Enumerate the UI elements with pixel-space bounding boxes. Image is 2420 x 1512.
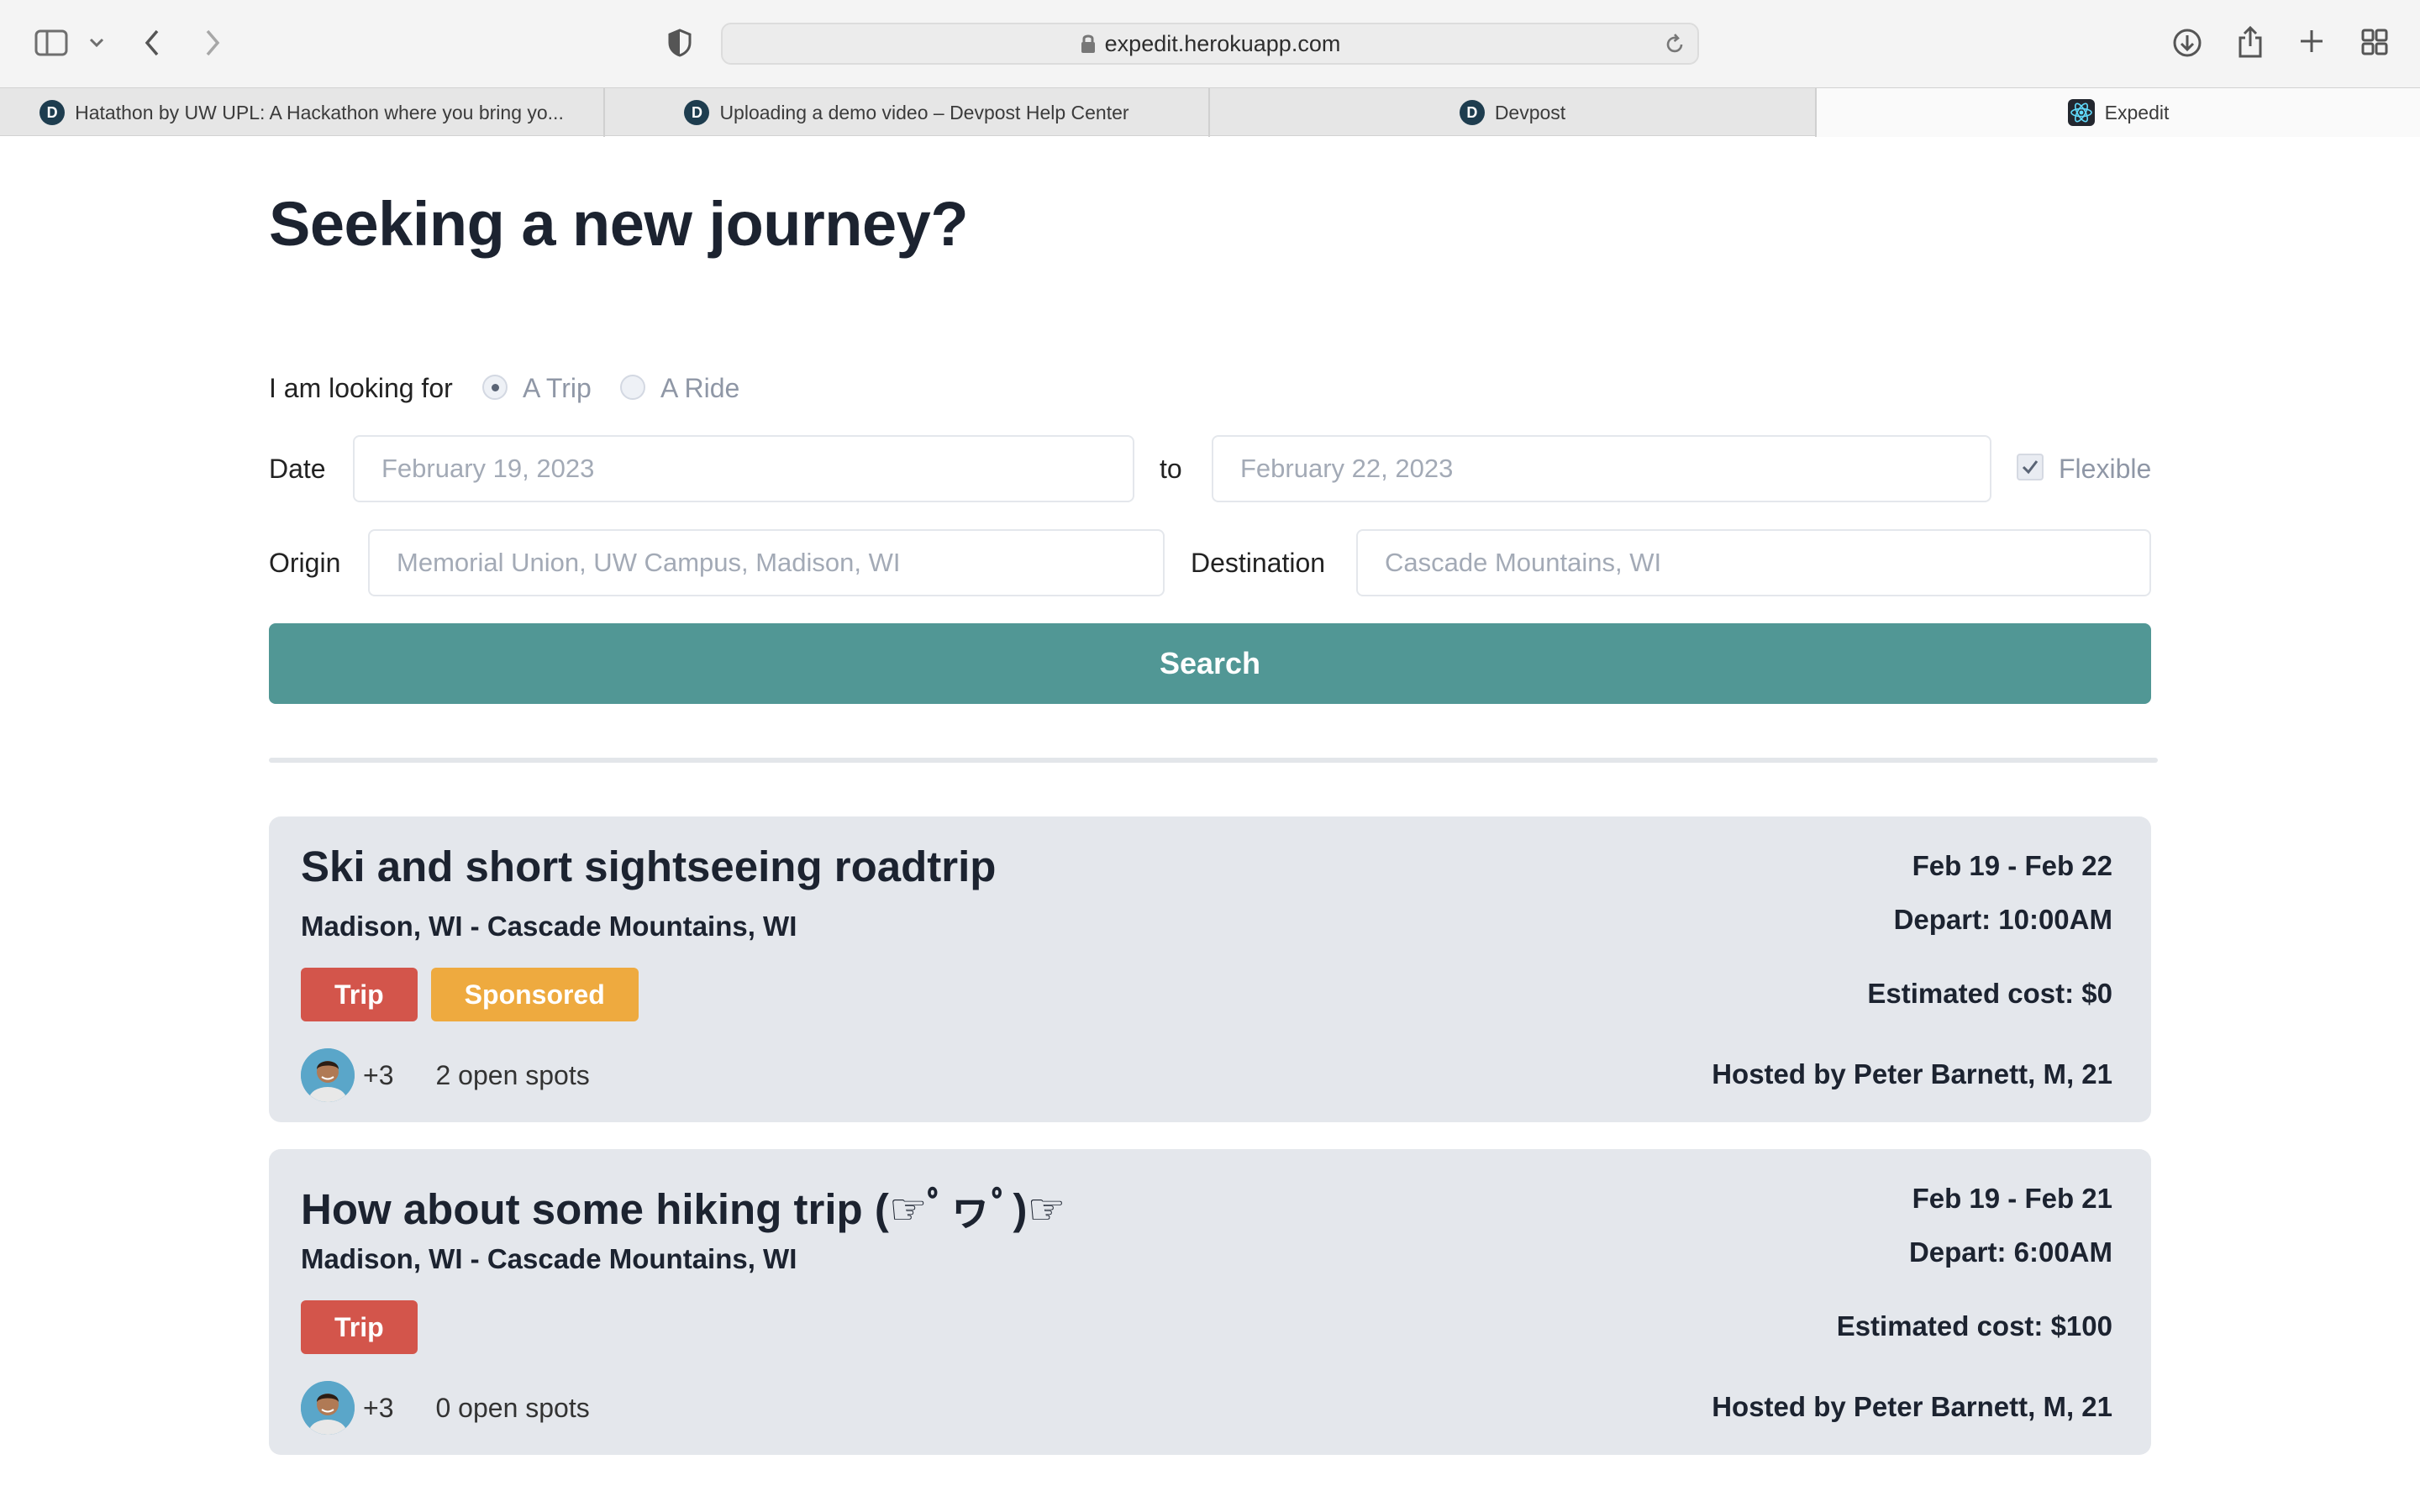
download-icon[interactable] [2171, 27, 2203, 59]
trip-badges: Trip Sponsored [301, 968, 639, 1021]
sidebar-toggle-icon[interactable] [34, 29, 69, 57]
trip-cost: Estimated cost: $100 [1836, 1310, 2112, 1341]
tab-expedit[interactable]: Expedit [1817, 88, 2420, 137]
ride-radio-label[interactable]: A Ride [660, 373, 739, 404]
extra-members-count: +3 [363, 1392, 394, 1423]
avatar [301, 1048, 355, 1102]
avatar [301, 1381, 355, 1435]
extra-members-count: +3 [363, 1059, 394, 1090]
tab-overview-icon[interactable] [2360, 27, 2390, 57]
tab-label: Uploading a demo video – Devpost Help Ce… [719, 101, 1129, 123]
devpost-icon: D [39, 100, 66, 125]
date-from-field[interactable]: February 19, 2023 [353, 435, 1134, 502]
trip-host: Hosted by Peter Barnett, M, 21 [1712, 1391, 2112, 1422]
tab-label: Devpost [1494, 101, 1566, 123]
looking-for-label: I am looking for [269, 373, 453, 403]
lock-icon [1081, 34, 1095, 53]
new-tab-icon[interactable] [2297, 27, 2326, 55]
trip-badges: Trip [301, 1300, 418, 1354]
share-icon[interactable] [2235, 24, 2265, 60]
trip-card[interactable]: Ski and short sightseeing roadtrip Madis… [269, 816, 2151, 1122]
trip-card[interactable]: How about some hiking trip (☞ﾟヮﾟ)☞ Madis… [269, 1149, 2151, 1455]
devpost-icon: D [1459, 100, 1485, 125]
to-label: to [1160, 454, 1182, 484]
tab-devpost[interactable]: D Devpost [1210, 88, 1817, 137]
browser-toolbar: expedit.herokuapp.com [0, 0, 2420, 87]
tab-label: Expedit [2104, 101, 2170, 123]
url-text: expedit.herokuapp.com [1104, 30, 1341, 56]
trip-dates: Feb 19 - Feb 21 [1912, 1183, 2112, 1214]
open-spots: 0 open spots [435, 1392, 590, 1423]
date-to-field[interactable]: February 22, 2023 [1212, 435, 1991, 502]
sponsored-badge: Sponsored [430, 968, 639, 1021]
back-icon[interactable] [139, 25, 165, 60]
origin-field[interactable]: Memorial Union, UW Campus, Madison, WI [368, 529, 1165, 596]
trip-host: Hosted by Peter Barnett, M, 21 [1712, 1058, 2112, 1089]
tab-label: Hatathon by UW UPL: A Hackathon where yo… [75, 101, 564, 123]
checkmark-icon [2022, 460, 2039, 475]
date-label: Date [269, 454, 326, 484]
trip-route: Madison, WI - Cascade Mountains, WI [301, 1243, 797, 1274]
flexible-checkbox[interactable] [2017, 454, 2044, 480]
tab-devpost-help[interactable]: D Uploading a demo video – Devpost Help … [605, 88, 1210, 137]
trip-radio[interactable] [482, 375, 508, 400]
privacy-shield-icon[interactable] [666, 27, 694, 59]
origin-label: Origin [269, 548, 341, 578]
trip-route: Madison, WI - Cascade Mountains, WI [301, 911, 797, 942]
tab-bar: D Hatathon by UW UPL: A Hackathon where … [0, 87, 2420, 137]
trip-badge: Trip [301, 968, 418, 1021]
forward-icon[interactable] [200, 25, 225, 60]
react-icon [2067, 99, 2095, 126]
trip-dates: Feb 19 - Feb 22 [1912, 850, 2112, 881]
reload-icon[interactable] [1664, 33, 1686, 56]
page-title: Seeking a new journey? [269, 189, 969, 259]
address-bar[interactable]: expedit.herokuapp.com [721, 23, 1699, 65]
trip-depart: Depart: 10:00AM [1893, 904, 2112, 935]
trip-depart: Depart: 6:00AM [1908, 1236, 2112, 1268]
trip-title: How about some hiking trip (☞ﾟヮﾟ)☞ [301, 1185, 1066, 1233]
ride-radio[interactable] [620, 375, 645, 400]
tab-hatathon[interactable]: D Hatathon by UW UPL: A Hackathon where … [0, 88, 605, 137]
trip-members: +3 2 open spots [301, 1048, 590, 1102]
open-spots: 2 open spots [435, 1059, 590, 1090]
destination-field[interactable]: Cascade Mountains, WI [1356, 529, 2151, 596]
trip-badge: Trip [301, 1300, 418, 1354]
trip-title: Ski and short sightseeing roadtrip [301, 843, 997, 890]
flexible-label[interactable]: Flexible [2059, 454, 2151, 485]
chevron-down-icon[interactable] [86, 32, 108, 54]
trip-radio-label[interactable]: A Trip [523, 373, 592, 404]
trip-members: +3 0 open spots [301, 1381, 590, 1435]
divider [269, 758, 2158, 763]
search-button[interactable]: Search [269, 623, 2151, 704]
trip-cost: Estimated cost: $0 [1867, 978, 2112, 1009]
devpost-icon: D [684, 100, 710, 125]
destination-label: Destination [1191, 548, 1326, 578]
